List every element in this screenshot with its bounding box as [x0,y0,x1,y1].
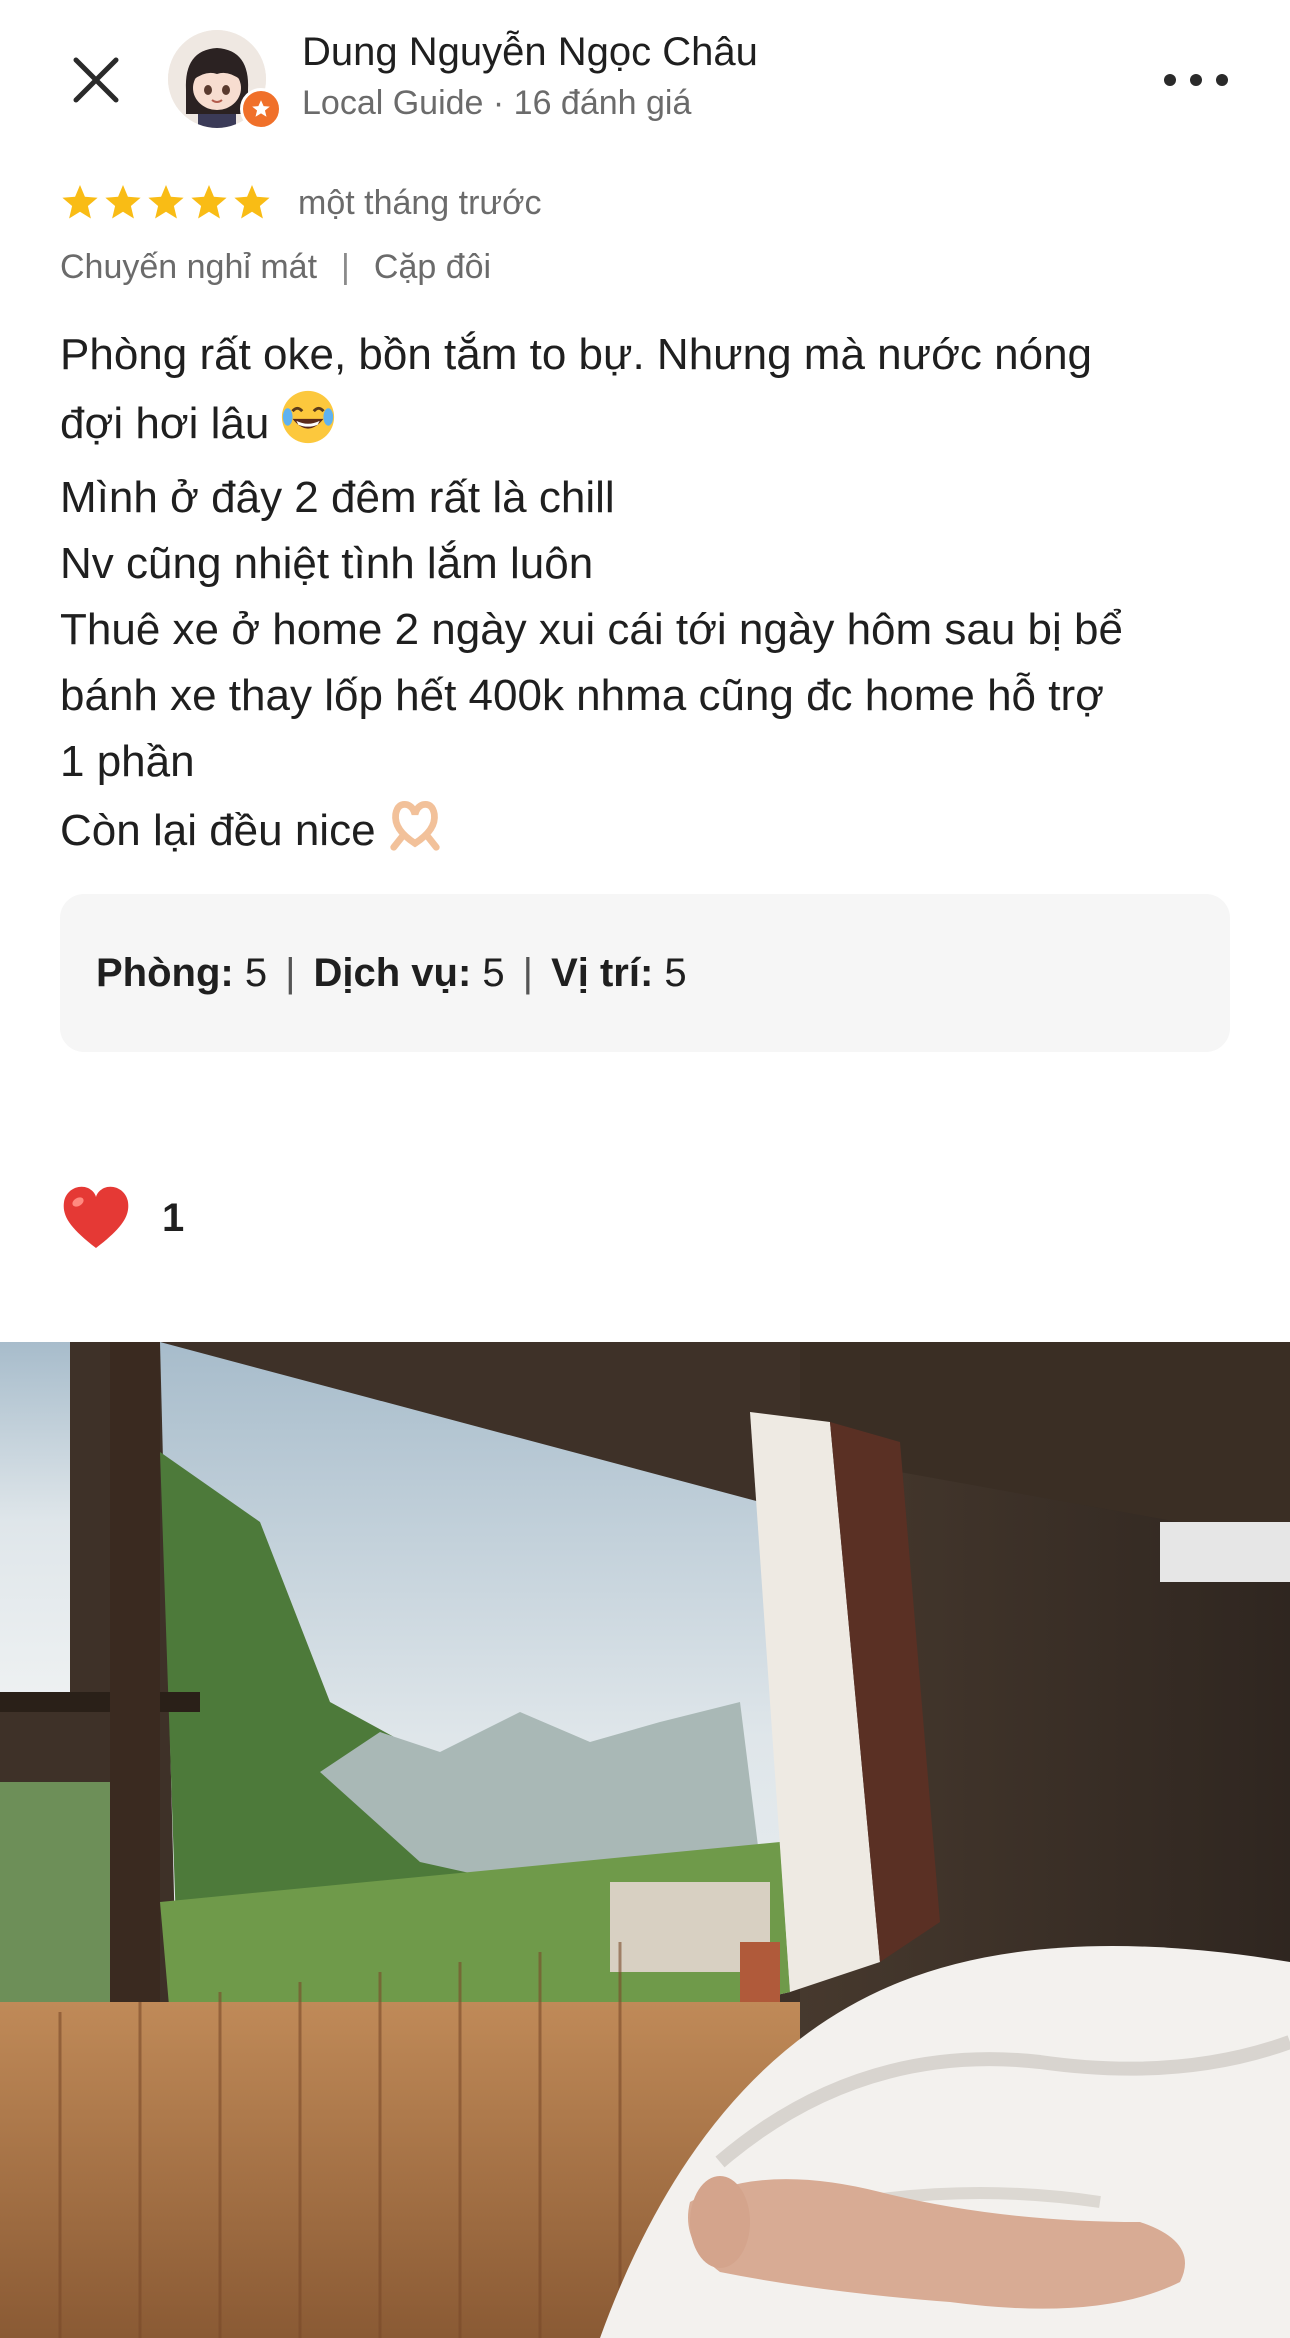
star-icon [148,185,184,219]
trip-type: Chuyến nghỉ mát [60,248,318,286]
star-icon [105,185,141,219]
review-line: Mình ở đây 2 đêm rất là chill [60,473,615,522]
like-button[interactable]: 1 [60,1184,184,1252]
review-header: Dung Nguyễn Ngọc Châu Local Guide · 16 đ… [0,0,1290,170]
trip-tags: Chuyến nghỉ mát | Cặp đôi [60,248,491,287]
heart-hands-emoji-icon [386,795,444,872]
close-icon [73,57,119,103]
like-count: 1 [162,1195,185,1240]
avatar[interactable] [168,30,282,130]
review-text: Phòng rất oke, bồn tắm to bự. Nhưng mà n… [60,322,1240,872]
more-icon [1164,74,1176,86]
review-time: một tháng trước [298,183,542,222]
room-rating-value: 5 [244,950,268,995]
heart-icon [63,1186,129,1248]
divider: | [341,248,350,286]
star-icon [191,185,227,219]
local-guide-badge-icon [240,88,282,130]
more-options-button[interactable] [1164,58,1228,102]
close-button[interactable] [62,46,130,114]
star-icon [234,185,270,219]
room-rating-label: Phòng: [96,950,234,995]
review-line-with-emoji: Còn lại đều nice [60,795,1240,872]
review-line: Thuê xe ở home 2 ngày xui cái tới ngày h… [60,605,1123,654]
divider: | [522,950,534,995]
author-meta: Local Guide · 16 đánh giá [302,84,692,122]
star-icon [62,185,98,219]
service-rating-value: 5 [482,950,505,995]
author-name[interactable]: Dung Nguyễn Ngọc Châu [302,30,758,75]
location-rating-label: Vị trí: [551,950,654,995]
laughing-emoji-icon [279,388,337,465]
service-rating-label: Dịch vụ: [313,950,472,995]
sub-ratings: Phòng: 5 | Dịch vụ: 5 | Vị trí: 5 [60,894,1230,1052]
review-line: Nv cũng nhiệt tình lắm luôn [60,539,594,588]
review-photo[interactable] [0,1342,1290,2338]
review-line-with-emoji: đợi hơi lâu [60,388,1240,465]
review-line: bánh xe thay lốp hết 400k nhma cũng đc h… [60,671,1104,720]
star-rating [60,183,272,223]
location-rating-value: 5 [664,950,687,995]
trip-companions: Cặp đôi [373,248,492,286]
divider: | [285,950,296,995]
review-line: 1 phần [60,737,195,786]
review-line: Phòng rất oke, bồn tắm to bự. Nhưng mà n… [60,330,1093,379]
rating-row: một tháng trước [60,178,541,228]
